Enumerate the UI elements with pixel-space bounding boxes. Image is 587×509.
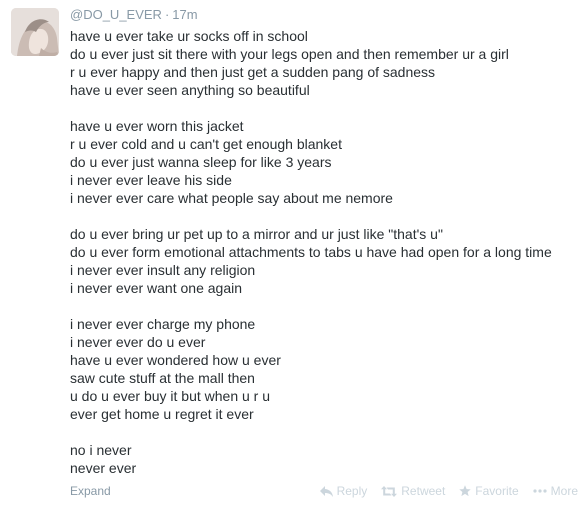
reply-icon — [319, 485, 333, 497]
tweet-line: saw cute stuff at the mall then — [70, 370, 255, 386]
expand-link[interactable]: Expand — [70, 484, 111, 498]
tweet-line: do u ever just wanna sleep for like 3 ye… — [70, 154, 332, 170]
user-handle[interactable]: @DO_U_EVER — [70, 7, 162, 22]
more-button[interactable]: More — [533, 484, 578, 498]
tweet-line: r u ever happy and then just get a sudde… — [70, 64, 436, 80]
favorite-label: Favorite — [475, 484, 519, 498]
tweet-line: never ever — [70, 460, 137, 476]
avatar-image — [11, 8, 59, 56]
tweet-line: i never ever do u ever — [70, 334, 206, 350]
tweet-line: i never ever charge my phone — [70, 316, 256, 332]
tweet-line: have u ever seen anything so beautiful — [70, 82, 310, 98]
tweet-header: @DO_U_EVER · 17m — [70, 7, 198, 22]
tweet: @DO_U_EVER · 17m have u ever take ur socks… — [0, 0, 587, 509]
avatar[interactable] — [11, 8, 59, 56]
tweet-line: i never ever want one again — [70, 280, 242, 296]
separator: · — [164, 7, 170, 22]
favorite-button[interactable]: Favorite — [459, 484, 519, 498]
more-dots-icon — [533, 489, 547, 493]
tweet-line: r u ever cold and u can't get enough bla… — [70, 136, 342, 152]
tweet-line: no i never — [70, 442, 132, 458]
reply-label: Reply — [336, 484, 368, 498]
tweet-line: do u ever bring ur pet up to a mirror an… — [70, 226, 443, 242]
tweet-line: i never ever care what people say about … — [70, 190, 393, 206]
tweet-line: have u ever wondered how u ever — [70, 352, 281, 368]
reply-button[interactable]: Reply — [319, 484, 368, 498]
star-icon — [459, 485, 471, 497]
tweet-text: have u ever take ur socks off in school d… — [70, 27, 580, 477]
tweet-line: u do u ever buy it but when u r u — [70, 388, 271, 404]
tweet-footer: Expand Reply Retweet Favorite More — [70, 484, 580, 500]
retweet-label: Retweet — [401, 484, 446, 498]
retweet-icon — [381, 485, 398, 497]
timestamp[interactable]: 17m — [172, 7, 197, 22]
tweet-line: have u ever worn this jacket — [70, 118, 244, 134]
tweet-line: i never ever insult any religion — [70, 262, 256, 278]
tweet-line: ever get home u regret it ever — [70, 406, 254, 422]
tweet-line: have u ever take ur socks off in school — [70, 28, 308, 44]
more-label: More — [550, 484, 578, 498]
tweet-actions: Reply Retweet Favorite More — [319, 484, 578, 498]
tweet-line: i never ever leave his side — [70, 172, 232, 188]
tweet-line: do u ever form emotional attachments to … — [70, 244, 552, 260]
tweet-line: do u ever just sit there with your legs … — [70, 46, 509, 62]
retweet-button[interactable]: Retweet — [381, 484, 445, 498]
